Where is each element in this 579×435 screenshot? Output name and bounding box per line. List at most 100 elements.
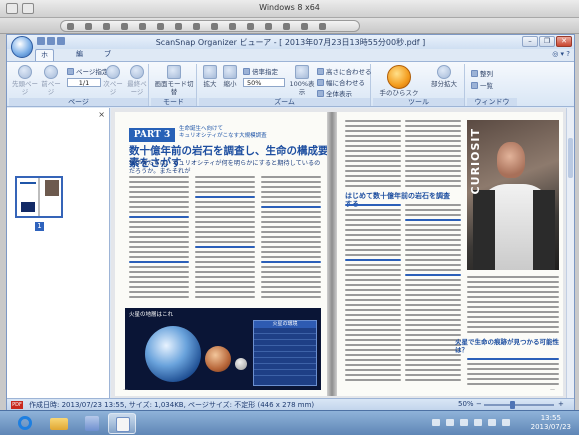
document-viewer[interactable]: PART 3 生命誕生へ向けて キュリオシティがこなす大規模調査 数十億年前の岩… xyxy=(111,108,574,398)
zoom-slider-knob[interactable] xyxy=(510,401,515,409)
mars-image xyxy=(205,346,231,372)
application-menu-button[interactable] xyxy=(11,36,33,58)
undo-icon[interactable] xyxy=(57,37,65,45)
photo-jacket-right xyxy=(533,190,555,270)
zoom-in-button[interactable]: 拡大 xyxy=(201,65,219,88)
partial-zoom-button[interactable]: 部分拡大 xyxy=(427,65,461,88)
earth-image xyxy=(145,326,201,382)
system-clock[interactable]: 13:55 2013/07/23 xyxy=(531,414,571,432)
vm-toolbar xyxy=(0,18,579,34)
screen-mode-button[interactable]: 画面モード切替 xyxy=(153,65,195,96)
tab-edit[interactable]: 編集 xyxy=(71,49,88,69)
mode-group: 画面モード切替 モード xyxy=(151,64,197,106)
fullscreen-icon[interactable] xyxy=(283,23,290,30)
network-icon[interactable] xyxy=(85,23,92,30)
tab-home[interactable]: ホーム xyxy=(35,49,54,81)
camera-icon[interactable] xyxy=(121,23,128,30)
media-taskbar-button[interactable] xyxy=(78,413,106,434)
usb-icon[interactable] xyxy=(103,23,110,30)
floppy-icon[interactable] xyxy=(193,23,200,30)
close-thumbnail-pane-icon[interactable]: × xyxy=(98,110,105,119)
wrench-icon[interactable] xyxy=(229,23,236,30)
scansnap-taskbar-button[interactable] xyxy=(108,413,136,434)
ime-icon[interactable] xyxy=(446,419,454,426)
quick-access-toolbar xyxy=(37,37,77,47)
app-title-bar: ScanSnap Organizer ビューア - [ 2013年07月23日1… xyxy=(7,35,574,49)
vm-title-bar: Windows 8 x64 xyxy=(0,0,579,18)
keyboard-icon[interactable] xyxy=(67,23,74,30)
actual-size-label: 100%表示 xyxy=(289,80,315,96)
tool-group: 手のひらスクロール 部分拡大 ツール xyxy=(373,64,465,106)
prev-page-icon xyxy=(44,65,58,79)
fit-height-button[interactable]: 高さに合わせる xyxy=(317,66,372,76)
page-number-input[interactable]: 1/1 xyxy=(67,78,101,87)
keyboard-layout-icon[interactable] xyxy=(432,419,440,426)
list-icon xyxy=(471,82,478,89)
restore-button[interactable]: ❐ xyxy=(539,36,555,47)
status-bar: PDF 作成日時: 2013/07/23 13:55, サイズ: 1,034KB… xyxy=(7,398,574,410)
prev-page-label: 前ページ xyxy=(41,80,61,96)
zoom-out-button[interactable]: 縮小 xyxy=(221,65,239,88)
save-icon[interactable] xyxy=(37,37,45,45)
next-page-button[interactable]: 次ページ xyxy=(101,65,125,96)
minimize-button[interactable]: – xyxy=(522,36,538,47)
zoom-select[interactable]: 50% xyxy=(243,78,285,87)
page-thumbnail[interactable] xyxy=(15,176,63,218)
thumb-figure xyxy=(21,202,35,212)
zoom-specify-button[interactable]: 倍率指定 xyxy=(243,66,278,76)
help-icons[interactable]: ◎ ▾ ? xyxy=(552,50,570,58)
zoom-group-label: ズーム xyxy=(199,98,370,106)
last-page-button[interactable]: 最終ページ xyxy=(125,65,149,96)
coherence-icon[interactable] xyxy=(301,23,308,30)
vm-tool-strip xyxy=(60,20,360,32)
left-text-column-3 xyxy=(261,176,321,301)
right-text-column-4 xyxy=(405,204,461,384)
arrange-label: 整列 xyxy=(480,70,493,78)
zoom-minus-button[interactable]: − xyxy=(476,400,482,408)
arrange-button[interactable]: 整列 xyxy=(471,68,493,78)
right-text-column-2 xyxy=(405,120,461,190)
network-tray-icon[interactable] xyxy=(474,419,482,426)
article-subhead: 科学者たちは、キュリオシティが何を明らかにすると期待しているのだろうか。またそれ… xyxy=(129,160,321,175)
close-button[interactable]: ✕ xyxy=(556,36,572,47)
power-icon[interactable] xyxy=(319,23,326,30)
scanned-book-spread: PART 3 生命誕生へ向けて キュリオシティがこなす大規模調査 数十億年前の岩… xyxy=(115,112,563,396)
actual-size-button[interactable]: 100%表示 xyxy=(289,65,315,96)
lock-icon[interactable] xyxy=(211,23,218,30)
flag-tray-icon[interactable] xyxy=(502,419,510,426)
folder-icon xyxy=(50,418,68,430)
thumb-title-line xyxy=(20,182,36,184)
scrollbar-thumb[interactable] xyxy=(568,138,573,178)
list-button[interactable]: 一覧 xyxy=(471,80,493,90)
media-app-icon xyxy=(85,416,99,431)
cd-icon[interactable] xyxy=(175,23,182,30)
pause-icon[interactable] xyxy=(247,23,254,30)
print-icon[interactable] xyxy=(47,37,55,45)
tool-group-label: ツール xyxy=(373,98,464,106)
thumb-photo xyxy=(45,180,59,196)
sound-icon[interactable] xyxy=(139,23,146,30)
tray-expand-icon[interactable] xyxy=(460,419,468,426)
left-text-column-2 xyxy=(195,176,255,301)
volume-tray-icon[interactable] xyxy=(488,419,496,426)
clock-time: 13:55 xyxy=(540,414,561,422)
first-page-button[interactable]: 先頭ページ xyxy=(11,65,39,96)
mode-group-label: モード xyxy=(151,98,196,106)
actual-size-icon xyxy=(295,65,309,79)
prev-page-button[interactable]: 前ページ xyxy=(39,65,63,96)
vertical-scrollbar[interactable] xyxy=(566,108,574,398)
window-controls: – ❐ ✕ xyxy=(521,36,572,47)
printer-icon[interactable] xyxy=(157,23,164,30)
right-text-column-5 xyxy=(467,358,559,388)
fit-width-button[interactable]: 幅に合わせる xyxy=(317,77,365,87)
zoom-slider-track[interactable] xyxy=(484,404,554,406)
zoom-plus-button[interactable]: + xyxy=(558,400,564,408)
tab-book-correction[interactable]: ブック補正 xyxy=(99,49,116,102)
kicker-text: 生命誕生へ向けて キュリオシティがこなす大規模調査 xyxy=(179,126,267,139)
snapshot-icon[interactable] xyxy=(265,23,272,30)
fit-all-button[interactable]: 全体表示 xyxy=(317,88,352,98)
ie-taskbar-button[interactable] xyxy=(10,413,38,434)
explorer-taskbar-button[interactable] xyxy=(44,413,72,434)
left-page-footer: — xyxy=(123,387,128,393)
part-label: PART 3 xyxy=(129,128,175,142)
